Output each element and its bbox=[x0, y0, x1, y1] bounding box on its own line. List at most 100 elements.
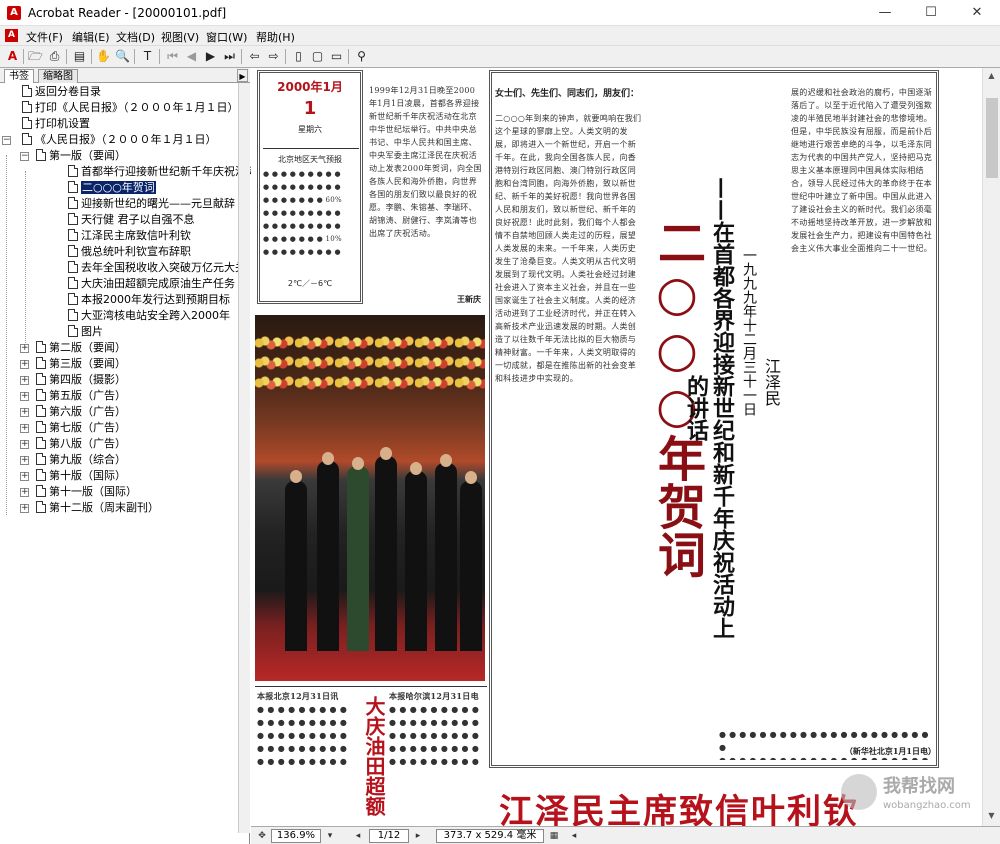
zoom-level[interactable]: 136.9% bbox=[271, 829, 321, 843]
bookmark-item[interactable]: 大亚湾核电站安全跨入2000年 bbox=[68, 308, 230, 324]
menu-bar: A 文件(F) 编辑(E) 文档(D) 视图(V) 窗口(W) 帮助(H) bbox=[0, 26, 1000, 46]
toolbar-separator bbox=[134, 49, 135, 64]
bookmark-item[interactable]: 打印《人民日报》（２０００年１月１日） bbox=[22, 100, 239, 116]
bookmark-item[interactable]: 返回分卷目录 bbox=[22, 84, 101, 100]
zoom-dropdown-icon[interactable]: ▾ bbox=[323, 829, 337, 843]
navigation-pane: 书签 缩略图 ▶ 返回分卷目录 打印《人民日报》（２０００年１月１日） 打印机设置《… bbox=[0, 68, 257, 844]
expand-icon[interactable]: + bbox=[20, 392, 29, 401]
menu-view[interactable]: 视图(V) bbox=[161, 29, 199, 45]
go-back-icon[interactable]: ⇦ bbox=[246, 48, 263, 65]
open-folder-icon[interactable]: 🗁 bbox=[27, 48, 44, 65]
bookmark-page-icon bbox=[36, 341, 46, 353]
bookmark-page-icon bbox=[22, 101, 32, 113]
bookmark-item[interactable]: 俄总统叶利钦宣布辞职 bbox=[68, 244, 191, 260]
previous-page-icon[interactable]: ◀ bbox=[183, 48, 200, 65]
actual-size-icon[interactable]: ▯ bbox=[290, 48, 307, 65]
bookmark-label: 第八版（广告） bbox=[49, 437, 126, 450]
zoom-tool-icon[interactable]: 🔍 bbox=[114, 48, 131, 65]
bookmark-label: 第十版（国际） bbox=[49, 469, 126, 482]
expand-icon[interactable]: + bbox=[20, 424, 29, 433]
next-page-icon[interactable]: ▶ bbox=[202, 48, 219, 65]
bookmark-item[interactable]: 第八版（广告） bbox=[36, 436, 126, 452]
document-icon[interactable]: A bbox=[5, 29, 18, 42]
scroll-thumb[interactable] bbox=[986, 98, 998, 178]
find-binoculars-icon[interactable]: ⚲ bbox=[353, 48, 370, 65]
bookmark-item[interactable]: 《人民日报》（２０００年１月１日） bbox=[22, 132, 217, 148]
bookmark-item[interactable]: 第七版（广告） bbox=[36, 420, 126, 436]
bookmark-item[interactable]: 图片 bbox=[68, 324, 103, 340]
expand-icon[interactable]: + bbox=[20, 440, 29, 449]
status-left-arrow-icon[interactable]: ◂ bbox=[567, 829, 581, 843]
bookmark-item[interactable]: 第十一版（国际） bbox=[36, 484, 137, 500]
text-select-icon[interactable]: T bbox=[139, 48, 156, 65]
menu-file[interactable]: 文件(F) bbox=[26, 29, 63, 45]
bookmark-item[interactable]: 第一版（要闻） bbox=[36, 148, 126, 164]
bookmark-item[interactable]: 迎接新世纪的曙光——元旦献辞 bbox=[68, 196, 235, 212]
collapse-icon[interactable]: − bbox=[2, 136, 11, 145]
bookmark-item[interactable]: 打印机设置 bbox=[22, 116, 90, 132]
scroll-up-icon[interactable]: ▲ bbox=[983, 68, 1000, 84]
bookmark-item[interactable]: 第二版（要闻） bbox=[36, 340, 126, 356]
weather-details: ● ● ● ● ● ● ● ● ● ● ● ● ● ● ● ● ● ● ● ● ● … bbox=[263, 170, 342, 256]
pane-scrollbar[interactable] bbox=[238, 83, 250, 833]
expand-icon[interactable]: + bbox=[20, 408, 29, 417]
print-icon[interactable]: ⎙ bbox=[46, 48, 63, 65]
expand-icon[interactable]: + bbox=[20, 488, 29, 497]
expand-icon[interactable]: + bbox=[20, 472, 29, 481]
bookmark-page-icon bbox=[36, 373, 46, 385]
bookmark-label: 第六版（广告） bbox=[49, 405, 126, 418]
first-page-icon[interactable]: ⏮ bbox=[164, 48, 181, 65]
news-photo bbox=[255, 315, 485, 681]
last-page-icon[interactable]: ⏭ bbox=[221, 48, 238, 65]
pane-menu-arrow-icon[interactable]: ▶ bbox=[237, 69, 248, 82]
tab-bookmarks[interactable]: 书签 bbox=[4, 69, 34, 83]
bookmark-label: 江泽民主席致信叶利钦 bbox=[81, 229, 191, 242]
document-view[interactable]: 2000年1月 1 星期六 北京地区天气预报 ● ● ● ● ● ● ● ● ●… bbox=[251, 68, 982, 826]
tab-thumbnails[interactable]: 缩略图 bbox=[38, 69, 78, 83]
hand-tool-icon[interactable]: ✋ bbox=[95, 48, 112, 65]
bookmark-item[interactable]: 第十版（国际） bbox=[36, 468, 126, 484]
bookmark-item[interactable]: 本报2000年发行达到预期目标 bbox=[68, 292, 230, 308]
bookmark-item[interactable]: 第四版（摄影） bbox=[36, 372, 126, 388]
xinhua-credit: （新华社北京1月1日电） bbox=[844, 746, 936, 756]
expand-icon[interactable]: + bbox=[20, 360, 29, 369]
fit-page-icon[interactable]: ▢ bbox=[309, 48, 326, 65]
bookmark-item[interactable]: 第六版（广告） bbox=[36, 404, 126, 420]
collapse-icon[interactable]: − bbox=[20, 152, 29, 161]
bookmark-item[interactable]: 江泽民主席致信叶利钦 bbox=[68, 228, 191, 244]
bookmark-label: 第三版（要闻） bbox=[49, 357, 126, 370]
expand-icon[interactable]: + bbox=[20, 376, 29, 385]
show-hide-navigation-icon[interactable]: ▤ bbox=[71, 48, 88, 65]
bookmark-item[interactable]: 第五版（广告） bbox=[36, 388, 126, 404]
toolbar-separator bbox=[348, 49, 349, 64]
bookmark-item[interactable]: 第九版（综合） bbox=[36, 452, 126, 468]
maximize-button[interactable]: ☐ bbox=[908, 0, 954, 26]
scroll-down-icon[interactable]: ▼ bbox=[983, 808, 1000, 824]
minimize-button[interactable]: — bbox=[862, 0, 908, 26]
bookmark-item[interactable]: 二○○○年贺词 bbox=[68, 180, 156, 196]
bookmark-item[interactable]: 大庆油田超额完成原油生产任务 bbox=[68, 276, 235, 292]
fit-width-icon[interactable]: ▭ bbox=[328, 48, 345, 65]
status-prev-page-icon[interactable]: ◂ bbox=[351, 829, 365, 843]
bookmark-item[interactable]: 首都举行迎接新世纪新千年庆祝活动 bbox=[68, 164, 257, 180]
bookmark-item[interactable]: 天行健 君子以自强不息 bbox=[68, 212, 195, 228]
bookmark-page-icon bbox=[68, 261, 78, 273]
go-forward-icon[interactable]: ⇨ bbox=[265, 48, 282, 65]
page-layout-icon[interactable]: ▦ bbox=[547, 829, 561, 843]
expand-icon[interactable]: + bbox=[20, 504, 29, 513]
acrobat-logo-icon[interactable]: A bbox=[4, 48, 21, 65]
bookmark-label: 去年全国税收收入突破万亿元大关 bbox=[81, 261, 246, 274]
menu-help[interactable]: 帮助(H) bbox=[256, 29, 295, 45]
document-scrollbar[interactable]: ▲ ▼ bbox=[982, 68, 1000, 826]
bookmark-item[interactable]: 去年全国税收收入突破万亿元大关 bbox=[68, 260, 246, 276]
page-number[interactable]: 1/12 bbox=[369, 829, 409, 843]
status-next-page-icon[interactable]: ▸ bbox=[411, 829, 425, 843]
bookmark-item[interactable]: 第三版（要闻） bbox=[36, 356, 126, 372]
menu-document[interactable]: 文档(D) bbox=[116, 29, 155, 45]
zoom-menu-icon[interactable]: ✥ bbox=[255, 829, 269, 843]
bookmark-item[interactable]: 第十二版（周末副刊） bbox=[36, 500, 159, 516]
menu-edit[interactable]: 编辑(E) bbox=[72, 29, 110, 45]
expand-icon[interactable]: + bbox=[20, 456, 29, 465]
menu-window[interactable]: 窗口(W) bbox=[206, 29, 247, 45]
close-button[interactable]: ✕ bbox=[954, 0, 1000, 26]
